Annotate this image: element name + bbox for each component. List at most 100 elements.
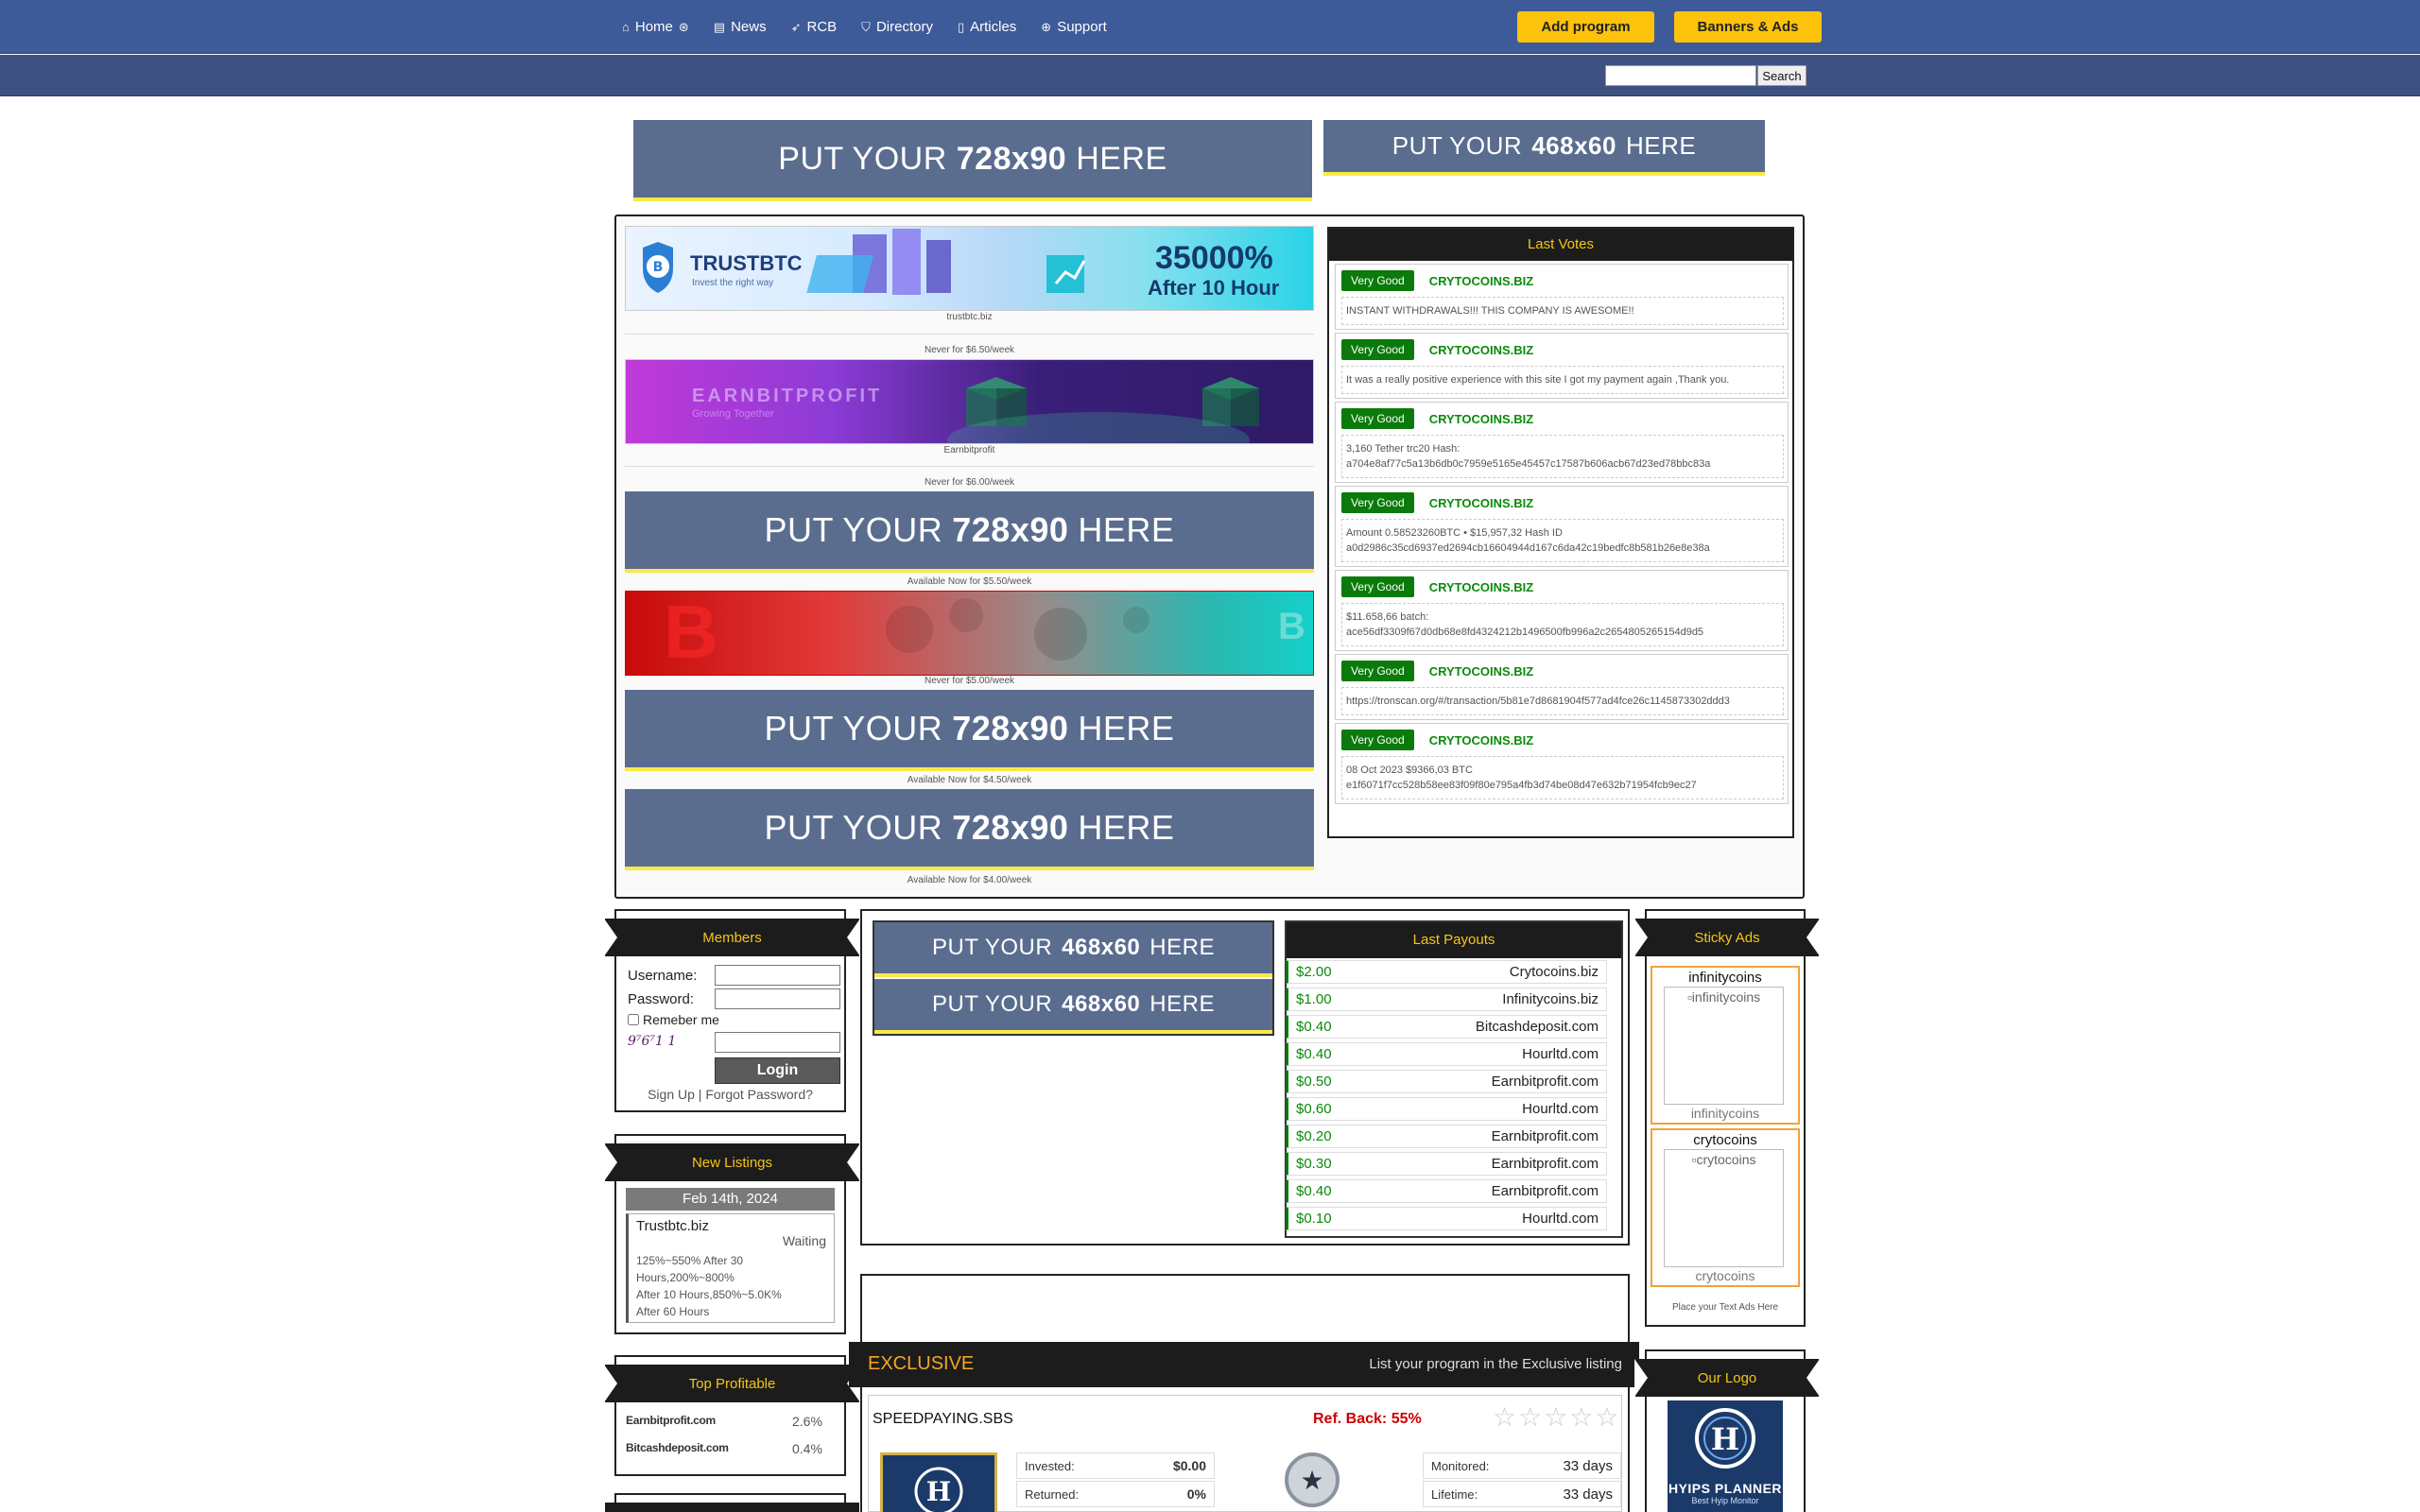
nav-articles[interactable]: ▯ Articles [958, 19, 1016, 35]
banner-728-placeholder-1[interactable]: PUT YOUR 728x90 HERE [625, 491, 1314, 573]
banner-728-placeholder-2[interactable]: PUT YOUR 728x90 HERE [625, 690, 1314, 771]
sticky-ad-image[interactable]: ▫crytocoins [1664, 1149, 1784, 1267]
password-field[interactable] [715, 988, 840, 1009]
banner-468-placeholder-1[interactable]: PUT YOUR 468x60 HERE [874, 922, 1272, 977]
ph-put: PUT YOUR [1392, 131, 1523, 160]
payout-row[interactable]: $0.10 Hourltd.com [1286, 1207, 1607, 1230]
new-listings-title: New Listings [604, 1143, 860, 1181]
ph-size: 468x60 [1062, 991, 1141, 1017]
sticky-ad-caption: infinitycoins [1690, 1106, 1760, 1121]
payout-row[interactable]: $0.60 Hourltd.com [1286, 1097, 1607, 1121]
red-teal-banner[interactable]: B B [625, 591, 1314, 676]
our-logo-title: Our Logo [1634, 1359, 1820, 1397]
listing-plan-line: After 10 Hours,850%~5.0K% [636, 1288, 782, 1301]
banner-728-placeholder-3[interactable]: PUT YOUR 728x90 HERE [625, 789, 1314, 870]
sticky-ad-name[interactable]: infinitycoins [1652, 970, 1798, 986]
payout-row[interactable]: $0.40 Hourltd.com [1286, 1042, 1607, 1066]
password-label: Password: [628, 991, 695, 1007]
nav-rcb[interactable]: ➶ RCB [791, 19, 838, 35]
vote-site-link[interactable]: CRYTOCOINS.BIZ [1429, 580, 1534, 594]
payout-row[interactable]: $0.40 Bitcashdeposit.com [1286, 1015, 1607, 1039]
sticky-ad-image[interactable]: ▫infinitycoins [1664, 987, 1784, 1105]
sticky-ad-item[interactable]: infinitycoins ▫infinitycoins infinitycoi… [1651, 966, 1800, 1125]
svg-text:H: H [1711, 1421, 1739, 1457]
payout-site[interactable]: Hourltd.com [1522, 1211, 1599, 1227]
payout-site[interactable]: Hourltd.com [1522, 1101, 1599, 1117]
vote-text-line: a704e8af77c5a13b6db0c7959e5165e45457c175… [1346, 458, 1711, 470]
nav-directory[interactable]: ⛉ Directory [861, 19, 933, 35]
remember-checkbox[interactable] [628, 1014, 639, 1025]
vote-site-link[interactable]: CRYTOCOINS.BIZ [1429, 733, 1534, 747]
listing-item[interactable]: Trustbtc.biz Waiting 125%~550% After 30 … [626, 1213, 835, 1323]
sticky-ads-footer[interactable]: Place your Text Ads Here [1647, 1302, 1804, 1313]
payout-site[interactable]: Earnbitprofit.com [1492, 1183, 1599, 1199]
payout-amount: $1.00 [1296, 991, 1332, 1007]
banner-468-placeholder-top[interactable]: PUT YOUR 468x60 HERE [1323, 120, 1765, 176]
hyips-planner-logo[interactable]: H HYIPS PLANNER Best Hyip Monitor [1668, 1400, 1783, 1512]
payout-row[interactable]: $0.20 Earnbitprofit.com [1286, 1125, 1607, 1148]
ad-price-6: Available Now for $4.00/week [907, 875, 1032, 885]
vote-site-link[interactable]: CRYTOCOINS.BIZ [1429, 412, 1534, 426]
top-navbar: ⌂ Home ⊛ ▤ News ➶ RCB ⛉ Directory ▯ Arti… [0, 0, 2420, 54]
ad-price-4: Never for $5.00/week [924, 676, 1015, 686]
vote-comment: INSTANT WITHDRAWALS!!! THIS COMPANY IS A… [1341, 297, 1784, 325]
search-input[interactable] [1605, 65, 1756, 86]
rating-stars[interactable]: ☆☆☆☆☆ [1493, 1401, 1621, 1433]
payout-site[interactable]: Earnbitprofit.com [1492, 1156, 1599, 1172]
ref-back: Ref. Back: 55% [1313, 1411, 1422, 1427]
payout-row[interactable]: $1.00 Infinitycoins.biz [1286, 988, 1607, 1011]
vote-item: Very Good CRYTOCOINS.BIZ 08 Oct 2023 $93… [1335, 723, 1789, 804]
nav-news[interactable]: ▤ News [714, 19, 767, 35]
sticky-ad-image-alt: infinitycoins [1691, 989, 1761, 1005]
vote-site-link[interactable]: CRYTOCOINS.BIZ [1429, 343, 1534, 357]
sticky-ad-name[interactable]: crytocoins [1652, 1132, 1798, 1148]
nav-rcb-label: RCB [806, 19, 838, 35]
nav-support[interactable]: ⊕ Support [1041, 19, 1106, 35]
search-button[interactable]: Search [1757, 65, 1806, 86]
listing-name[interactable]: Trustbtc.biz [636, 1218, 709, 1234]
sticky-ad-item[interactable]: crytocoins ▫crytocoins crytocoins [1651, 1128, 1800, 1287]
vote-header: Very Good CRYTOCOINS.BIZ [1341, 492, 1784, 513]
sticky-ad-caption: crytocoins [1695, 1268, 1755, 1283]
vote-site-link[interactable]: CRYTOCOINS.BIZ [1429, 664, 1534, 679]
payout-row[interactable]: $0.30 Earnbitprofit.com [1286, 1152, 1607, 1176]
captcha-field[interactable] [715, 1032, 840, 1053]
payout-row[interactable]: $2.00 Crytocoins.biz [1286, 960, 1607, 984]
exclusive-cta[interactable]: List your program in the Exclusive listi… [1369, 1356, 1622, 1372]
nav-home[interactable]: ⌂ Home ⊛ [622, 19, 689, 35]
vote-site-link[interactable]: CRYTOCOINS.BIZ [1429, 496, 1534, 510]
payout-row[interactable]: $0.40 Earnbitprofit.com [1286, 1179, 1607, 1203]
banner-468-placeholder-2[interactable]: PUT YOUR 468x60 HERE [874, 979, 1272, 1034]
ad-caption-earnbitprofit[interactable]: Earnbitprofit [625, 445, 1314, 455]
ad-caption-trustbtc[interactable]: trustbtc.biz [625, 312, 1314, 322]
payout-site[interactable]: Earnbitprofit.com [1492, 1128, 1599, 1144]
earnbitprofit-banner[interactable]: EARNBITPROFIT Growing Together [625, 359, 1314, 444]
payout-site[interactable]: Earnbitprofit.com [1492, 1074, 1599, 1090]
exclusive-program-name[interactable]: SPEEDPAYING.SBS [873, 1411, 1013, 1428]
payout-site[interactable]: Crytocoins.biz [1510, 964, 1599, 980]
hyips-logo-icon: H [1695, 1408, 1755, 1469]
search-bar: Search [0, 55, 2420, 96]
vote-site-link[interactable]: CRYTOCOINS.BIZ [1429, 274, 1534, 288]
payout-site[interactable]: Bitcashdeposit.com [1476, 1019, 1599, 1035]
signup-link[interactable]: Sign Up [648, 1087, 695, 1102]
payout-site[interactable]: Infinitycoins.biz [1502, 991, 1599, 1007]
invested-row: Invested: $0.00 [1016, 1452, 1215, 1479]
vote-rating-badge: Very Good [1341, 576, 1414, 597]
login-button[interactable]: Login [715, 1057, 840, 1084]
forgot-password-link[interactable]: Forgot Password? [705, 1087, 813, 1102]
payout-amount: $0.40 [1296, 1019, 1332, 1035]
nav-news-label: News [731, 19, 767, 35]
banners-ads-button[interactable]: Banners & Ads [1674, 11, 1822, 43]
payout-row[interactable]: $0.50 Earnbitprofit.com [1286, 1070, 1607, 1093]
logo-line1: HYIPS PLANNER [1668, 1481, 1783, 1496]
banner-728-placeholder-top[interactable]: PUT YOUR 728x90 HERE [633, 120, 1312, 201]
add-program-button[interactable]: Add program [1517, 11, 1654, 43]
trustbtc-banner[interactable]: B TRUSTBTC Invest the right way 35000% A… [625, 226, 1314, 311]
username-field[interactable] [715, 965, 840, 986]
ph-put: PUT YOUR [932, 935, 1053, 960]
ph-size: 728x90 [952, 510, 1069, 549]
top-profitable-site[interactable]: Earnbitprofit.com [626, 1414, 815, 1427]
payout-site[interactable]: Hourltd.com [1522, 1046, 1599, 1062]
top-profitable-site[interactable]: Bitcashdeposit.com [626, 1441, 815, 1454]
